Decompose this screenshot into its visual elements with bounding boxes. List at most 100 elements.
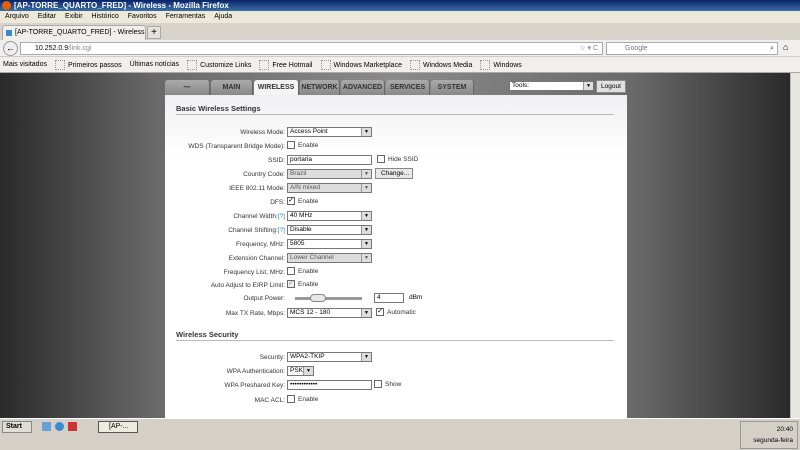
row-dfs: DFS: ✓ Enable [165, 197, 627, 208]
row-wds: WDS (Transparent Bridge Mode): Enable [165, 141, 627, 152]
label: WPA Authentication: [226, 368, 285, 375]
tab-label: [AP-TORRE_QUARTO_FRED] - Wireless [15, 29, 145, 36]
bookmark-primeiros-passos[interactable]: Primeiros passos [55, 60, 122, 70]
tab-wireless[interactable]: WIRELESS [254, 80, 299, 95]
frequency-list-checkbox[interactable] [287, 267, 295, 275]
row-wireless-mode: Wireless Mode: Access Point [165, 127, 627, 138]
menu-editar[interactable]: Editar [38, 11, 56, 23]
taskbar: Start [AP-... 20:40 segunda-feira [0, 418, 800, 450]
tab-advanced[interactable]: ADVANCED [341, 80, 385, 95]
settings-panel: Basic Wireless Settings Wireless Mode: Ac… [165, 95, 627, 418]
hide-ssid-checkbox[interactable] [377, 155, 385, 163]
frequency-select[interactable]: 5805 [287, 239, 372, 249]
country-code-select: Brazil [287, 169, 372, 179]
config-nav-tabs: ⁓ MAIN WIRELESS NETWORK ADVANCED SERVICE… [165, 80, 475, 95]
row-output-power: Output Power: 4 dBm [165, 293, 627, 304]
tools-label: Tools: [512, 82, 529, 89]
show-desktop-icon[interactable] [42, 422, 51, 431]
bookmark-customize-links[interactable]: Customize Links [187, 60, 251, 70]
menu-ajuda[interactable]: Ajuda [214, 11, 232, 23]
label: WPA Preshared Key: [224, 382, 285, 389]
slider-thumb[interactable] [310, 294, 327, 302]
tools-select[interactable]: Tools: [509, 81, 594, 91]
menu-arquivo[interactable]: Arquivo [5, 11, 29, 23]
star-reload-icon[interactable]: ☆ ▾ C [579, 43, 598, 54]
bookmark-mais-visitados[interactable]: Mais visitados [3, 61, 47, 68]
show-key-checkbox[interactable] [374, 380, 382, 388]
change-country-button[interactable]: Change... [375, 168, 413, 179]
app-icon[interactable] [68, 422, 77, 431]
menu-exibir[interactable]: Exibir [65, 11, 83, 23]
max-tx-rate-select[interactable]: MCS 12 - 180 [287, 308, 372, 318]
menu-ferramentas[interactable]: Ferramentas [166, 11, 206, 23]
unit-label: dBm [409, 294, 423, 301]
firefox-icon [2, 1, 11, 10]
row-frequency-list: Frequency List, MHz: Enable [165, 267, 627, 278]
tab-network[interactable]: NETWORK [300, 80, 340, 95]
label: Output Power: [243, 295, 285, 302]
wds-checkbox[interactable] [287, 141, 295, 149]
checkbox-label: Enable [298, 395, 319, 403]
browser-tab[interactable]: [AP-TORRE_QUARTO_FRED] - Wireless [2, 25, 146, 40]
channel-width-select[interactable]: 40 MHz [287, 211, 372, 221]
tab-system[interactable]: SYSTEM [431, 80, 474, 95]
row-frequency: Frequency, MHz: 5805 [165, 239, 627, 250]
bookmark-free-hotmail[interactable]: Free Hotmail [259, 60, 312, 70]
window-title-bar: [AP-TORRE_QUARTO_FRED] - Wireless - Mozi… [0, 0, 800, 11]
label: Country Code: [243, 171, 285, 178]
taskbar-firefox-button[interactable]: [AP-... [98, 421, 138, 433]
bookmark-ultimas-noticias[interactable]: Últimas notícias [130, 61, 179, 68]
help-link[interactable]: [?] [278, 213, 285, 220]
vertical-scrollbar[interactable] [790, 73, 800, 418]
home-icon[interactable]: ⌂ [783, 42, 788, 52]
bookmark-windows-marketplace[interactable]: Windows Marketplace [321, 60, 402, 70]
search-icon[interactable]: ⌕ [770, 43, 774, 54]
start-button[interactable]: Start [2, 421, 32, 433]
row-wpa-auth: WPA Authentication: PSK [165, 366, 627, 377]
help-link[interactable]: [?] [278, 227, 285, 234]
channel-shifting-select[interactable]: Disable [287, 225, 372, 235]
label: IEEE 802.11 Mode: [229, 185, 285, 192]
output-power-slider[interactable] [295, 294, 362, 302]
wpa-auth-select[interactable]: PSK [287, 366, 314, 376]
new-tab-button[interactable]: + [147, 26, 161, 39]
label: MAC ACL: [254, 397, 285, 404]
checkbox-label: Enable [298, 280, 319, 288]
checkbox-label: Enable [298, 197, 319, 205]
automatic-checkbox[interactable]: ✓ [376, 308, 384, 316]
divider [176, 114, 614, 115]
wireless-mode-select[interactable]: Access Point [287, 127, 372, 137]
label: DFS: [270, 199, 285, 206]
checkbox-label: Automatic [387, 308, 416, 316]
tab-services[interactable]: SERVICES [386, 80, 430, 95]
logout-button[interactable]: Logout [596, 80, 626, 93]
label: WDS (Transparent Bridge Mode): [188, 143, 285, 150]
label-text: Channel Shifting: [228, 227, 278, 234]
search-placeholder: Google [625, 45, 648, 52]
mac-acl-checkbox[interactable] [287, 395, 295, 403]
url-bar[interactable]: 10.252.0.9/link.cgi ☆ ▾ C [20, 42, 603, 55]
navigation-bar: ← 10.252.0.9/link.cgi ☆ ▾ C Google ⌕ ⌂ [0, 40, 800, 57]
tab-main[interactable]: MAIN [211, 80, 253, 95]
ie-icon[interactable] [55, 422, 64, 431]
label-text: Channel Width: [233, 213, 278, 220]
search-input[interactable]: Google ⌕ [606, 42, 778, 55]
bookmark-windows-media[interactable]: Windows Media [410, 60, 472, 70]
ubiquiti-logo-tab[interactable]: ⁓ [165, 80, 210, 95]
label: Channel Width:[?] [233, 211, 285, 222]
output-power-input[interactable]: 4 [374, 293, 404, 303]
row-max-tx: Max TX Rate, Mbps:MCS 12 - 180 ✓Automatic [165, 308, 627, 319]
ssid-input[interactable]: portaria [287, 155, 372, 165]
security-select[interactable]: WPA2-TKIP [287, 352, 372, 362]
auto-adjust-checkbox: ✓ [287, 280, 295, 288]
bookmark-windows[interactable]: Windows [480, 60, 521, 70]
row-psk: WPA Preshared Key: •••••••••••• Show [165, 380, 627, 391]
dfs-checkbox[interactable]: ✓ [287, 197, 295, 205]
menu-favoritos[interactable]: Favoritos [128, 11, 157, 23]
rss-icon [6, 30, 12, 36]
preshared-key-input[interactable]: •••••••••••• [287, 380, 372, 390]
clock-time: 20:40 [776, 426, 793, 433]
back-button[interactable]: ← [3, 41, 18, 56]
label: SSID: [268, 157, 285, 164]
menu-historico[interactable]: Histórico [92, 11, 119, 23]
